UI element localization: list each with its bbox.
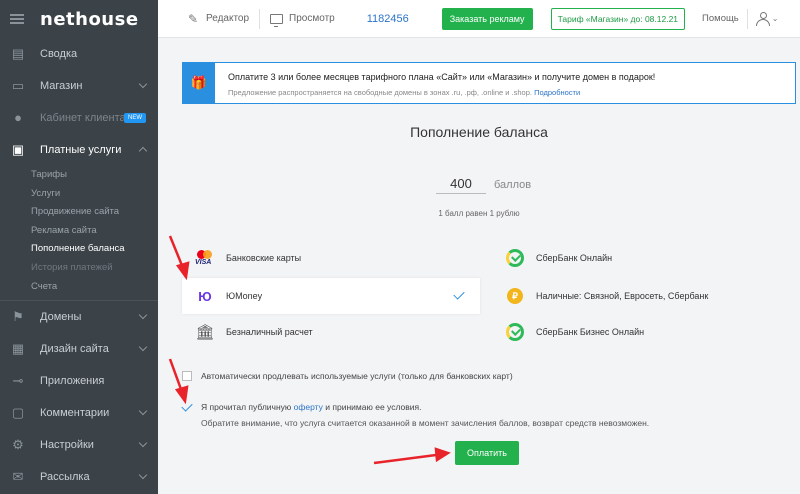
annotation-arrows [168, 235, 451, 465]
arrow-to-agree-checkbox [168, 358, 189, 405]
arrow-to-pay-button [373, 447, 451, 465]
arrow-to-yoomoney [168, 235, 190, 281]
